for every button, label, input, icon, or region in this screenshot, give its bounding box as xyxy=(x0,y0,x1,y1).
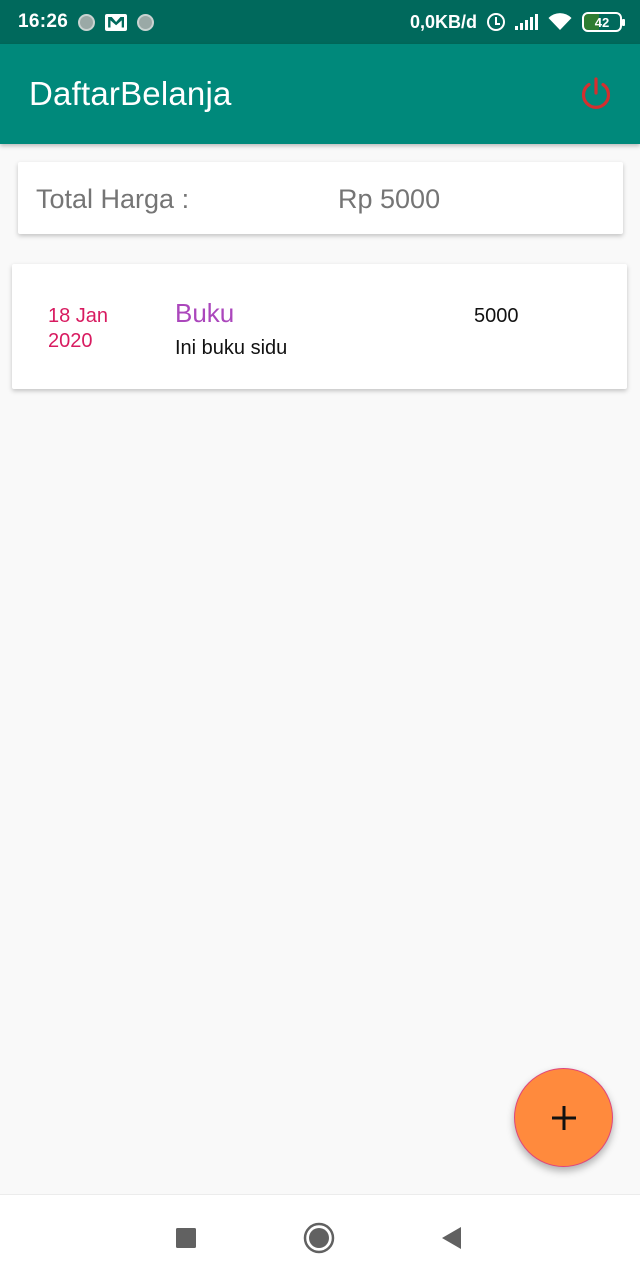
app-title: DaftarBelanja xyxy=(29,75,232,112)
network-speed: 0,0KB/d xyxy=(409,11,477,32)
home-button[interactable] xyxy=(303,1222,335,1254)
add-item-button[interactable] xyxy=(514,1068,613,1167)
notification-dot-icon xyxy=(137,13,155,31)
plus-icon xyxy=(551,1105,576,1130)
item-name: Buku xyxy=(175,298,235,328)
alarm-icon xyxy=(487,13,505,31)
recents-square-icon xyxy=(176,1228,196,1248)
notification-dot-icon xyxy=(78,13,96,31)
navigation-bar xyxy=(0,1194,640,1280)
battery-level: 42 xyxy=(594,14,610,30)
item-price: 5000 xyxy=(474,305,519,327)
app-bar: DaftarBelanja xyxy=(0,44,640,144)
item-description: Ini buku sidu xyxy=(175,337,288,359)
total-value: Rp 5000 xyxy=(338,184,441,214)
recents-button[interactable] xyxy=(170,1222,202,1254)
total-card: Total Harga : Rp 5000 xyxy=(18,162,623,234)
status-right: 0,0KB/d 42 xyxy=(409,11,625,33)
status-bar: 16:26 0,0KB/d 42 xyxy=(0,0,640,44)
item-date: 18 Jan 2020 xyxy=(48,305,109,352)
status-left: 16:26 xyxy=(18,11,155,33)
status-time: 16:26 xyxy=(18,11,69,32)
back-button[interactable] xyxy=(435,1222,467,1254)
total-label: Total Harga : xyxy=(36,184,190,214)
gmail-icon xyxy=(105,13,128,31)
power-icon xyxy=(581,77,611,109)
list-item[interactable]: 18 Jan 2020 Buku Ini buku sidu 5000 xyxy=(12,264,627,389)
wifi-icon xyxy=(548,13,572,30)
back-triangle-icon xyxy=(442,1227,461,1249)
signal-icon xyxy=(515,14,538,30)
battery-icon: 42 xyxy=(582,12,625,32)
home-circle-icon xyxy=(303,1222,335,1254)
logout-button[interactable] xyxy=(576,74,616,114)
